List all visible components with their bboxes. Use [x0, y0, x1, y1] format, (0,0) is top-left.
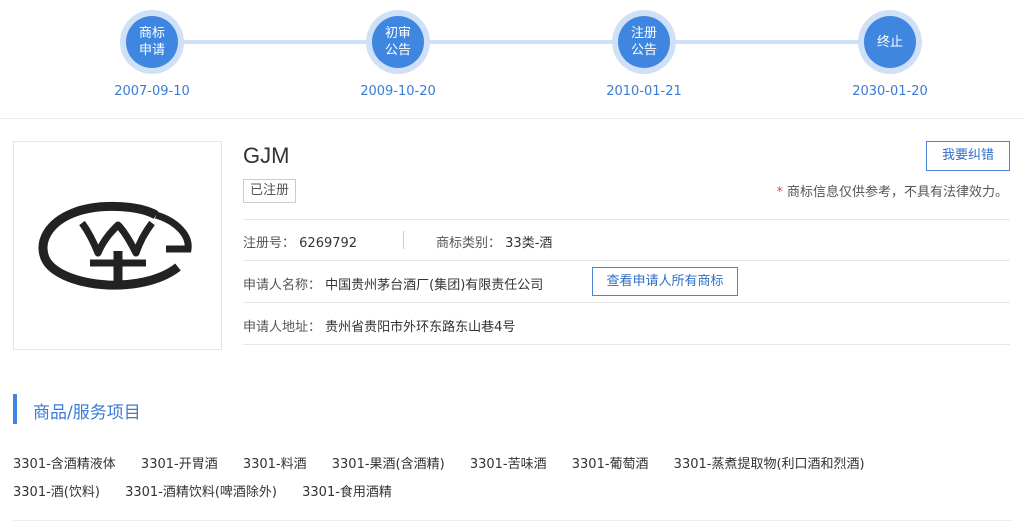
row-divider — [243, 344, 1010, 345]
trademark-timeline: 商标 申请 2007-09-10 初审 公告 2009-10-20 注册 公告 … — [0, 0, 1024, 118]
view-all-applicant-trademarks-button[interactable]: 查看申请人所有商标 — [592, 267, 738, 296]
timeline-node: 初审 公告 — [366, 10, 430, 74]
goods-item: 3301-酒精饮料(啤酒除外) — [125, 485, 277, 500]
timeline-step-registration: 注册 公告 2010-01-21 — [574, 10, 714, 99]
timeline-node: 商标 申请 — [120, 10, 184, 74]
row-divider — [243, 260, 1010, 261]
section-accent-bar — [13, 394, 17, 424]
trademark-logo-image — [38, 201, 192, 290]
goods-item: 3301-果酒(含酒精) — [331, 457, 445, 472]
timeline-node: 终止 — [858, 10, 922, 74]
report-error-button[interactable]: 我要纠错 — [926, 141, 1010, 171]
bottom-divider — [13, 520, 1013, 521]
timeline-date: 2010-01-21 — [606, 84, 682, 99]
timeline-node-label: 注册 公告 — [618, 16, 670, 68]
disclaimer: * 商标信息仅供参考，不具有法律效力。 — [776, 181, 1008, 200]
divider — [0, 118, 1024, 119]
goods-item: 3301-酒(饮料) — [13, 485, 100, 500]
timeline-track — [150, 40, 890, 44]
field-separator — [403, 231, 404, 249]
goods-item: 3301-食用酒精 — [302, 485, 392, 500]
goods-list: 3301-含酒精液体 3301-开胃酒 3301-料酒 3301-果酒(含酒精)… — [13, 451, 1013, 507]
goods-item: 3301-蒸煮提取物(利口酒和烈酒) — [673, 457, 865, 472]
goods-section-title: 商品/服务项目 — [33, 403, 141, 423]
timeline-date: 2030-01-20 — [852, 84, 928, 99]
timeline-step-application: 商标 申请 2007-09-10 — [82, 10, 222, 99]
status-badge: 已注册 — [243, 179, 297, 203]
goods-item: 3301-葡萄酒 — [571, 457, 649, 472]
applicant-address-field: 申请人地址： 贵州省贵阳市外环东路东山巷4号 — [243, 316, 515, 335]
timeline-date: 2007-09-10 — [114, 84, 190, 99]
trademark-class-field: 商标类别： 33类-酒 — [436, 232, 552, 251]
trademark-name: GJM — [243, 143, 290, 168]
applicant-name-value: 中国贵州茅台酒厂(集团)有限责任公司 — [325, 278, 544, 293]
trademark-class-value: 33类-酒 — [505, 236, 553, 251]
timeline-node-label: 初审 公告 — [372, 16, 424, 68]
goods-item: 3301-含酒精液体 — [13, 457, 116, 472]
goods-item: 3301-开胃酒 — [140, 457, 218, 472]
trademark-class-label: 商标类别： — [436, 236, 502, 251]
timeline-step-preliminary: 初审 公告 2009-10-20 — [328, 10, 468, 99]
goods-item: 3301-苦味酒 — [469, 457, 547, 472]
applicant-name-field: 申请人名称： 中国贵州茅台酒厂(集团)有限责任公司 — [243, 274, 543, 293]
timeline-date: 2009-10-20 — [360, 84, 436, 99]
applicant-address-value: 贵州省贵阳市外环东路东山巷4号 — [325, 320, 516, 335]
applicant-name-label: 申请人名称： — [243, 278, 322, 293]
row-divider — [243, 302, 1010, 303]
applicant-address-label: 申请人地址： — [243, 320, 322, 335]
timeline-node: 注册 公告 — [612, 10, 676, 74]
required-star: * — [776, 185, 783, 200]
goods-item: 3301-料酒 — [242, 457, 307, 472]
trademark-logo-box — [13, 141, 222, 350]
timeline-node-label: 商标 申请 — [126, 16, 178, 68]
registration-number-field: 注册号： 6269792 — [243, 232, 357, 251]
registration-number-value: 6269792 — [299, 236, 358, 251]
timeline-node-label: 终止 — [864, 16, 916, 68]
timeline-step-termination: 终止 2030-01-20 — [820, 10, 960, 99]
registration-number-label: 注册号： — [243, 236, 296, 251]
row-divider — [243, 219, 1010, 220]
disclaimer-text: 商标信息仅供参考，不具有法律效力。 — [786, 185, 1008, 200]
